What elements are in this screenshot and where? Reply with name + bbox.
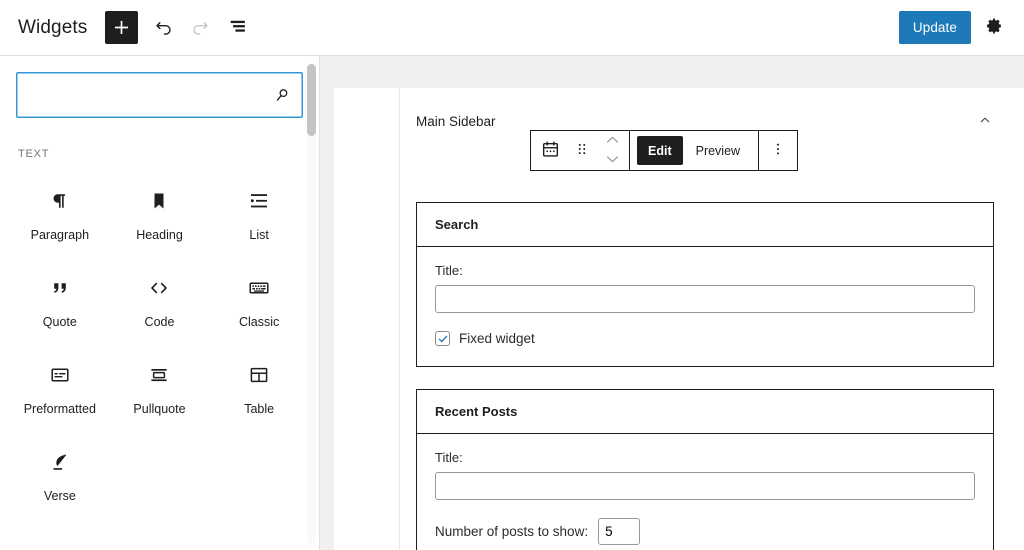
drag-handle-icon — [573, 140, 591, 161]
title-field-label: Title: — [435, 450, 975, 465]
move-down-icon[interactable] — [604, 152, 621, 170]
classic-icon — [247, 273, 271, 303]
redo-icon — [189, 15, 211, 40]
search-box[interactable] — [16, 72, 303, 118]
block-label: Pullquote — [133, 402, 185, 417]
table-icon — [247, 360, 271, 390]
add-block-button[interactable] — [105, 11, 138, 44]
inserter-scrollbar[interactable] — [307, 62, 316, 544]
list-view-icon — [227, 15, 249, 40]
toolbar-more-group — [758, 131, 797, 170]
more-vertical-icon — [769, 140, 787, 161]
block-item-preformatted[interactable]: Preformatted — [10, 346, 110, 427]
block-movers[interactable] — [598, 131, 626, 170]
toolbar-mode-tabs: Edit Preview — [629, 131, 758, 170]
inserter-scrollbar-thumb[interactable] — [307, 64, 316, 136]
block-label: Heading — [136, 228, 183, 243]
block-label: Classic — [239, 315, 279, 330]
block-item-pullquote[interactable]: Pullquote — [110, 346, 210, 427]
posts-count-row: Number of posts to show: — [435, 518, 975, 545]
list-icon — [247, 186, 271, 216]
fixed-widget-row[interactable]: Fixed widget — [435, 331, 975, 346]
paragraph-icon — [48, 186, 72, 216]
editor-header: Widgets — [0, 0, 1024, 56]
redo-button[interactable] — [182, 10, 218, 46]
header-right-group: Update — [899, 11, 1011, 45]
block-label: Quote — [43, 315, 77, 330]
widgets-list: Search Title: — [416, 202, 998, 550]
block-types-grid: Paragraph Heading — [0, 160, 319, 514]
widgets-editor-app: Widgets — [0, 0, 1024, 550]
widget-title: Recent Posts — [417, 390, 993, 434]
widget-title-input[interactable] — [435, 285, 975, 313]
block-label: Verse — [44, 489, 76, 504]
canvas-gutter — [334, 88, 400, 550]
page-title: Widgets — [18, 18, 87, 37]
block-item-table[interactable]: Table — [209, 346, 309, 427]
block-item-paragraph[interactable]: Paragraph — [10, 172, 110, 253]
block-label: List — [249, 228, 268, 243]
editor-canvas: Main Sidebar — [334, 88, 1024, 550]
update-button[interactable]: Update — [899, 11, 971, 44]
search-input[interactable] — [17, 73, 302, 117]
block-label: Table — [244, 402, 274, 417]
editor-canvas-area: Main Sidebar — [320, 56, 1024, 550]
posts-count-label: Number of posts to show: — [435, 524, 588, 539]
fixed-widget-checkbox[interactable] — [435, 331, 450, 346]
drag-handle-button[interactable] — [566, 131, 598, 170]
code-icon — [147, 273, 171, 303]
block-item-quote[interactable]: Quote — [10, 259, 110, 340]
toolbar-block-controls — [531, 131, 629, 170]
posts-count-input[interactable] — [598, 518, 640, 545]
plus-icon — [111, 17, 132, 38]
canvas-content: Main Sidebar — [400, 88, 1024, 550]
editor-body: TEXT Paragraph He — [0, 56, 1024, 550]
block-type-button[interactable] — [534, 131, 566, 170]
tab-preview[interactable]: Preview — [685, 136, 751, 165]
block-label: Preformatted — [24, 402, 96, 417]
move-up-icon[interactable] — [604, 132, 621, 150]
block-item-list[interactable]: List — [209, 172, 309, 253]
more-options-button[interactable] — [762, 131, 794, 170]
search-container — [0, 56, 319, 118]
list-view-button[interactable] — [220, 10, 256, 46]
block-item-heading[interactable]: Heading — [110, 172, 210, 253]
widget-area-title: Main Sidebar — [416, 114, 496, 129]
widget-area-collapse-button[interactable] — [972, 108, 998, 134]
block-inserter-panel: TEXT Paragraph He — [0, 56, 320, 550]
tab-edit[interactable]: Edit — [637, 136, 683, 165]
block-label: Code — [145, 315, 175, 330]
undo-button[interactable] — [146, 10, 182, 46]
quote-icon — [48, 273, 72, 303]
widget-body: Title: Fixed widget — [417, 247, 993, 366]
heading-icon — [147, 186, 171, 216]
settings-button[interactable] — [977, 11, 1011, 45]
block-item-classic[interactable]: Classic — [209, 259, 309, 340]
widget-recent-posts[interactable]: Recent Posts Title: Number of posts to s… — [416, 389, 994, 550]
verse-icon — [48, 447, 72, 477]
undo-icon — [153, 15, 175, 40]
widget-search[interactable]: Search Title: — [416, 202, 994, 367]
block-item-verse[interactable]: Verse — [10, 433, 110, 514]
widget-title-input[interactable] — [435, 472, 975, 500]
block-label: Paragraph — [31, 228, 89, 243]
header-left-group: Widgets — [18, 10, 256, 46]
gear-icon — [984, 16, 1004, 39]
checkmark-icon — [437, 333, 449, 345]
preformatted-icon — [48, 360, 72, 390]
block-toolbar: Edit Preview — [530, 130, 798, 171]
fixed-widget-label[interactable]: Fixed widget — [459, 331, 535, 346]
category-label-text: TEXT — [0, 118, 319, 160]
calendar-icon — [540, 139, 561, 163]
pullquote-icon — [147, 360, 171, 390]
widget-body: Title: Number of posts to show: — [417, 434, 993, 550]
title-field-label: Title: — [435, 263, 975, 278]
chevron-up-icon — [977, 112, 993, 131]
block-item-code[interactable]: Code — [110, 259, 210, 340]
widget-title: Search — [417, 203, 993, 247]
